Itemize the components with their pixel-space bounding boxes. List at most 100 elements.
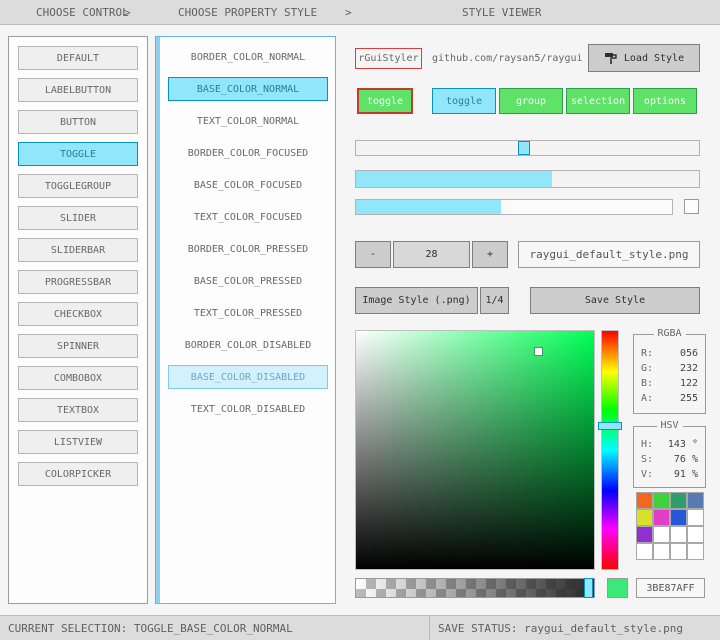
control-item-colorpicker[interactable]: COLORPICKER [18, 462, 138, 486]
alpha-gradient [356, 579, 594, 597]
toggle-group-toggle[interactable]: toggle [432, 88, 496, 114]
properties-list: BORDER_COLOR_NORMAL BASE_COLOR_NORMAL TEXT… [156, 45, 335, 421]
color-swatch-0[interactable] [636, 492, 653, 509]
load-style-label: Load Style [624, 53, 684, 64]
hsv-value: 91 % [674, 469, 698, 480]
saturation-value-picker[interactable] [355, 330, 595, 570]
hsv-value: 143 ° [668, 439, 698, 450]
toggle-group-options[interactable]: options [633, 88, 697, 114]
spinner-minus-button[interactable]: - [355, 241, 391, 268]
color-swatch-1[interactable] [653, 492, 670, 509]
color-swatch-12[interactable] [636, 543, 653, 560]
color-swatch-14[interactable] [670, 543, 687, 560]
hsv-values: H: 143 ° S:76 %V:91 % [634, 437, 705, 482]
toggle-group-group[interactable]: group [499, 88, 563, 114]
control-item-checkbox[interactable]: CHECKBOX [18, 302, 138, 326]
spinner-plus-button[interactable]: + [472, 241, 508, 268]
property-item-text_color_focused[interactable]: TEXT_COLOR_FOCUSED [168, 205, 328, 229]
styled-toggle-preview[interactable]: toggle [357, 88, 413, 114]
color-swatch-8[interactable] [636, 526, 653, 543]
property-item-text_color_disabled[interactable]: TEXT_COLOR_DISABLED [168, 397, 328, 421]
rgba-groupbox-title: RGBA [653, 328, 685, 339]
hsv-groupbox: HSV H:143 °S:76 %V:91 % [633, 426, 706, 488]
repo-link[interactable]: github.com/raysan5/raygui [432, 53, 583, 64]
control-item-default[interactable]: DEFAULT [18, 46, 138, 70]
rgba-value: 122 [680, 378, 698, 389]
spinner-value[interactable]: 28 [393, 241, 470, 268]
status-current-selection: CURRENT SELECTION: TOGGLE_BASE_COLOR_NOR… [0, 616, 430, 640]
hsv-groupbox-title: HSV [656, 420, 682, 431]
property-item-base_color_normal[interactable]: BASE_COLOR_NORMAL [168, 77, 328, 101]
control-item-sliderbar[interactable]: SLIDERBAR [18, 238, 138, 262]
property-item-base_color_disabled[interactable]: BASE_COLOR_DISABLED [168, 365, 328, 389]
alpha-handle[interactable] [584, 578, 593, 598]
paint-roller-icon [604, 51, 618, 65]
color-swatch-3[interactable] [687, 492, 704, 509]
control-item-progressbar[interactable]: PROGRESSBAR [18, 270, 138, 294]
slider-handle[interactable] [518, 141, 530, 155]
color-swatch-7[interactable] [687, 509, 704, 526]
checkbox[interactable] [684, 199, 699, 214]
properties-list-panel: BORDER_COLOR_NORMAL BASE_COLOR_NORMAL TEXT… [155, 36, 336, 604]
color-swatch-4[interactable] [636, 509, 653, 526]
filename-textbox[interactable]: raygui_default_style.png [518, 241, 700, 268]
control-item-toggle[interactable]: TOGGLE [18, 142, 138, 166]
load-style-button[interactable]: Load Style [588, 44, 700, 72]
control-item-textbox[interactable]: TEXTBOX [18, 398, 138, 422]
hsv-label: H: [641, 439, 653, 450]
hsv-label: S: [641, 454, 653, 465]
hsv-row-v: V:91 % [634, 467, 705, 482]
hsv-row-s: S:76 % [634, 452, 705, 467]
alpha-slider[interactable] [355, 578, 595, 598]
control-item-listview[interactable]: LISTVIEW [18, 430, 138, 454]
control-item-spinner[interactable]: SPINNER [18, 334, 138, 358]
controls-list: DEFAULT LABELBUTTON BUTTON TOGGLE TOGGLEGROU… [9, 46, 147, 486]
property-item-border_color_focused[interactable]: BORDER_COLOR_FOCUSED [168, 141, 328, 165]
toggle-group-selection[interactable]: selection [566, 88, 630, 114]
breadcrumb-style-viewer: STYLE VIEWER [462, 6, 541, 19]
style-format-combobox[interactable]: Image Style (.png) [355, 287, 478, 314]
color-swatch-11[interactable] [687, 526, 704, 543]
hex-value-box[interactable]: 3BE87AFF [636, 578, 705, 598]
hue-handle[interactable] [598, 422, 622, 430]
property-item-text_color_normal[interactable]: TEXT_COLOR_NORMAL [168, 109, 328, 133]
controls-list-panel: DEFAULT LABELBUTTON BUTTON TOGGLE TOGGLEGROU… [8, 36, 148, 604]
hsv-row-h: H: 143 ° [634, 437, 705, 452]
breadcrumb-separator-1: > [124, 6, 131, 19]
control-item-labelbutton[interactable]: LABELBUTTON [18, 78, 138, 102]
header-bar: CHOOSE CONTROL > CHOOSE PROPERTY STYLE >… [0, 0, 720, 25]
color-cursor[interactable] [535, 348, 542, 355]
rgba-groupbox: RGBA R:056G:232B:122A:255 [633, 334, 706, 414]
property-item-base_color_pressed[interactable]: BASE_COLOR_PRESSED [168, 269, 328, 293]
color-swatch-5[interactable] [653, 509, 670, 526]
status-bar: CURRENT SELECTION: TOGGLE_BASE_COLOR_NOR… [0, 615, 720, 640]
rguistyler-window: CHOOSE CONTROL > CHOOSE PROPERTY STYLE >… [0, 0, 720, 640]
save-style-button[interactable]: Save Style [530, 287, 700, 314]
color-swatch-2[interactable] [670, 492, 687, 509]
rgba-label: B: [641, 378, 653, 389]
slider[interactable] [355, 140, 700, 156]
rgba-label: G: [641, 363, 653, 374]
control-item-button[interactable]: BUTTON [18, 110, 138, 134]
control-item-combobox[interactable]: COMBOBOX [18, 366, 138, 390]
property-item-base_color_focused[interactable]: BASE_COLOR_FOCUSED [168, 173, 328, 197]
color-swatch-6[interactable] [670, 509, 687, 526]
color-swatch-10[interactable] [670, 526, 687, 543]
property-item-border_color_normal[interactable]: BORDER_COLOR_NORMAL [168, 45, 328, 69]
progress-bar [355, 199, 673, 215]
property-item-border_color_pressed[interactable]: BORDER_COLOR_PRESSED [168, 237, 328, 261]
color-swatch-9[interactable] [653, 526, 670, 543]
hue-bar[interactable] [601, 330, 619, 570]
properties-scrollbar[interactable] [156, 37, 160, 603]
property-item-border_color_disabled[interactable]: BORDER_COLOR_DISABLED [168, 333, 328, 357]
property-item-text_color_pressed[interactable]: TEXT_COLOR_PRESSED [168, 301, 328, 325]
slider-bar[interactable] [355, 170, 700, 188]
breadcrumb-choose-control: CHOOSE CONTROL [36, 6, 129, 19]
control-item-slider[interactable]: SLIDER [18, 206, 138, 230]
color-swatch-13[interactable] [653, 543, 670, 560]
slider-bar-fill [356, 171, 552, 187]
picked-color-swatch [607, 578, 628, 598]
style-format-counter[interactable]: 1/4 [480, 287, 509, 314]
color-swatch-15[interactable] [687, 543, 704, 560]
control-item-togglegroup[interactable]: TOGGLEGROUP [18, 174, 138, 198]
